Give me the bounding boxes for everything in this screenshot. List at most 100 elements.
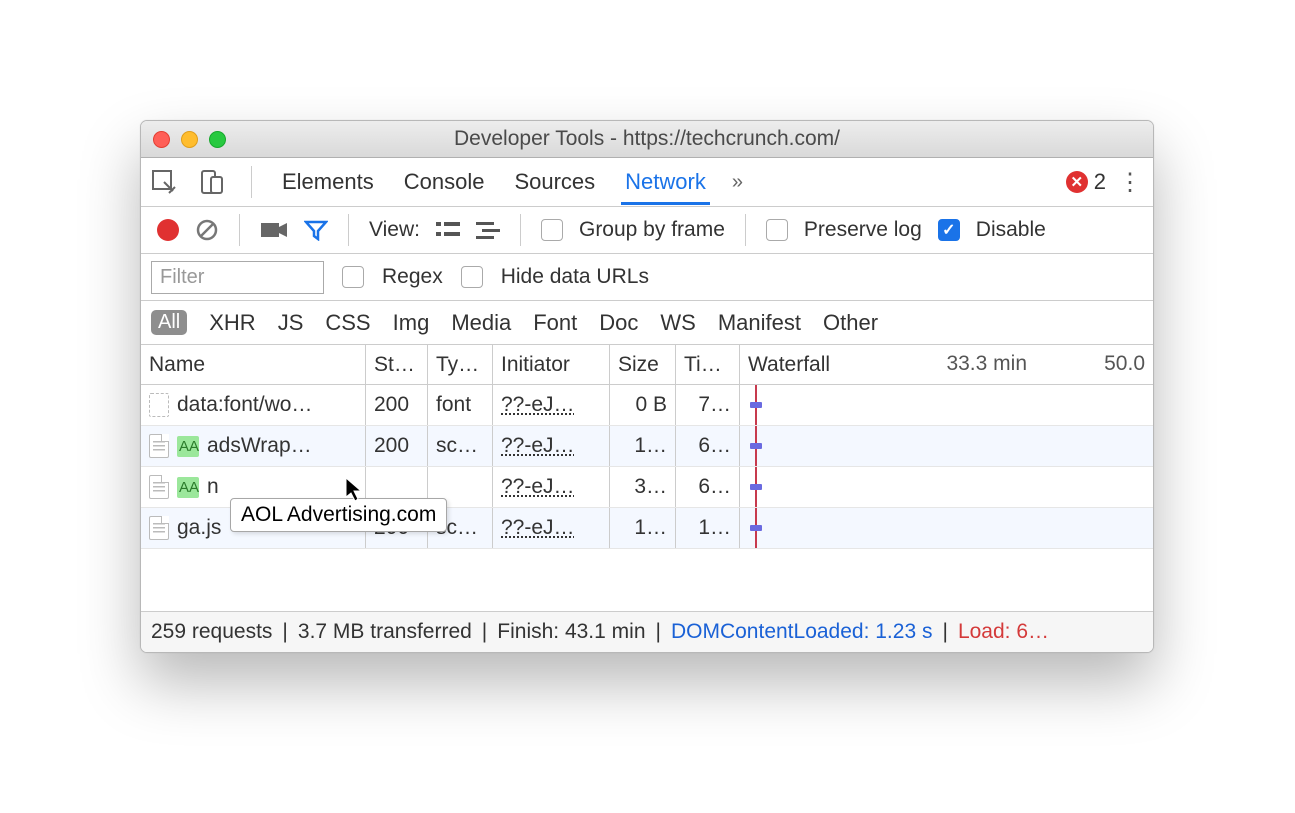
window-title: Developer Tools - https://techcrunch.com…	[141, 127, 1153, 151]
tab-network[interactable]: Network	[621, 159, 710, 205]
status-transferred: 3.7 MB transferred	[298, 620, 472, 644]
filter-manifest[interactable]: Manifest	[718, 310, 801, 336]
script-file-icon	[149, 475, 169, 499]
col-waterfall-label: Waterfall	[748, 353, 830, 377]
group-by-frame-checkbox[interactable]	[541, 219, 563, 241]
main-tabs: Elements Console Sources Network » ✕ 2 ⋮	[141, 158, 1153, 207]
filter-media[interactable]: Media	[451, 310, 511, 336]
row-name: data:font/wo…	[177, 393, 312, 417]
row-status: 200	[366, 385, 428, 425]
error-count: 2	[1094, 169, 1106, 195]
filter-font[interactable]: Font	[533, 310, 577, 336]
clear-icon[interactable]	[195, 218, 219, 242]
filter-ws[interactable]: WS	[660, 310, 695, 336]
group-by-frame-label: Group by frame	[579, 218, 725, 242]
request-row[interactable]: AA adsWrap… 200 sc… ??-eJ… 1… 6…	[141, 426, 1153, 467]
font-file-icon	[149, 393, 169, 417]
col-size[interactable]: Size	[610, 345, 676, 384]
row-time: 6…	[676, 426, 740, 466]
filter-icon[interactable]	[304, 219, 328, 241]
cursor-icon	[345, 477, 363, 508]
separator	[745, 214, 746, 246]
col-initiator[interactable]: Initiator	[493, 345, 610, 384]
row-initiator[interactable]: ??-eJ…	[493, 508, 610, 548]
view-small-icon[interactable]	[476, 220, 500, 240]
devtools-window: Developer Tools - https://techcrunch.com…	[140, 120, 1154, 653]
filter-doc[interactable]: Doc	[599, 310, 638, 336]
row-waterfall	[740, 508, 1153, 548]
camera-icon[interactable]	[260, 220, 288, 240]
row-type: font	[428, 385, 493, 425]
device-toggle-icon[interactable]	[199, 169, 225, 195]
row-waterfall	[740, 385, 1153, 425]
tab-elements[interactable]: Elements	[278, 159, 378, 205]
titlebar: Developer Tools - https://techcrunch.com…	[141, 121, 1153, 158]
row-size: 1…	[610, 426, 676, 466]
col-time[interactable]: Ti…	[676, 345, 740, 384]
record-button[interactable]	[157, 219, 179, 241]
row-time: 6…	[676, 467, 740, 507]
zoom-window-button[interactable]	[209, 131, 226, 148]
row-time: 1…	[676, 508, 740, 548]
filter-other[interactable]: Other	[823, 310, 878, 336]
waterfall-marker-b: 50.0	[1104, 352, 1145, 376]
waterfall-marker-a: 33.3 min	[946, 352, 1027, 376]
hide-data-urls-checkbox[interactable]	[461, 266, 483, 288]
network-toolbar: View: Group by frame Preserve log Disabl…	[141, 207, 1153, 254]
separator	[239, 214, 240, 246]
close-window-button[interactable]	[153, 131, 170, 148]
type-filter-bar: All XHR JS CSS Img Media Font Doc WS Man…	[141, 301, 1153, 345]
separator	[520, 214, 521, 246]
status-bar: 259 requests | 3.7 MB transferred | Fini…	[141, 611, 1153, 652]
error-count-badge[interactable]: ✕ 2	[1066, 169, 1106, 195]
script-file-icon	[149, 516, 169, 540]
view-large-icon[interactable]	[436, 220, 460, 240]
inspect-icon[interactable]	[151, 169, 177, 195]
regex-checkbox[interactable]	[342, 266, 364, 288]
tabs-overflow-icon[interactable]: »	[732, 171, 743, 194]
grid-header: Name St… Ty… Initiator Size Ti… Waterfal…	[141, 345, 1153, 385]
row-initiator[interactable]: ??-eJ…	[493, 385, 610, 425]
tab-console[interactable]: Console	[400, 159, 489, 205]
aa-badge: AA	[177, 477, 199, 498]
filter-js[interactable]: JS	[278, 310, 304, 336]
preserve-log-checkbox[interactable]	[766, 219, 788, 241]
col-name[interactable]: Name	[141, 345, 366, 384]
col-type[interactable]: Ty…	[428, 345, 493, 384]
hide-data-urls-label: Hide data URLs	[501, 265, 649, 289]
filter-input[interactable]	[151, 261, 324, 294]
row-time: 7…	[676, 385, 740, 425]
preserve-log-label: Preserve log	[804, 218, 922, 242]
regex-label: Regex	[382, 265, 443, 289]
row-waterfall	[740, 467, 1153, 507]
traffic-lights	[153, 131, 226, 148]
col-status[interactable]: St…	[366, 345, 428, 384]
status-load: Load: 6…	[958, 620, 1049, 644]
row-waterfall	[740, 426, 1153, 466]
separator	[348, 214, 349, 246]
row-initiator[interactable]: ??-eJ…	[493, 426, 610, 466]
filter-css[interactable]: CSS	[325, 310, 370, 336]
row-name: n	[207, 475, 219, 499]
row-name: adsWrap…	[207, 434, 312, 458]
filter-xhr[interactable]: XHR	[209, 310, 255, 336]
filter-img[interactable]: Img	[393, 310, 430, 336]
separator	[251, 166, 252, 198]
error-icon: ✕	[1066, 171, 1088, 193]
status-requests: 259 requests	[151, 620, 272, 644]
minimize-window-button[interactable]	[181, 131, 198, 148]
row-status: 200	[366, 426, 428, 466]
script-file-icon	[149, 434, 169, 458]
col-waterfall[interactable]: Waterfall 33.3 min 50.0	[740, 345, 1153, 384]
row-initiator[interactable]: ??-eJ…	[493, 467, 610, 507]
request-row[interactable]: data:font/wo… 200 font ??-eJ… 0 B 7…	[141, 385, 1153, 426]
row-type: sc…	[428, 426, 493, 466]
disable-cache-checkbox[interactable]	[938, 219, 960, 241]
status-dcl: DOMContentLoaded: 1.23 s	[671, 620, 933, 644]
row-size: 1…	[610, 508, 676, 548]
filter-bar: Regex Hide data URLs	[141, 254, 1153, 301]
row-size: 3…	[610, 467, 676, 507]
kebab-menu-icon[interactable]: ⋮	[1118, 168, 1143, 197]
filter-all[interactable]: All	[151, 310, 187, 335]
tab-sources[interactable]: Sources	[510, 159, 599, 205]
